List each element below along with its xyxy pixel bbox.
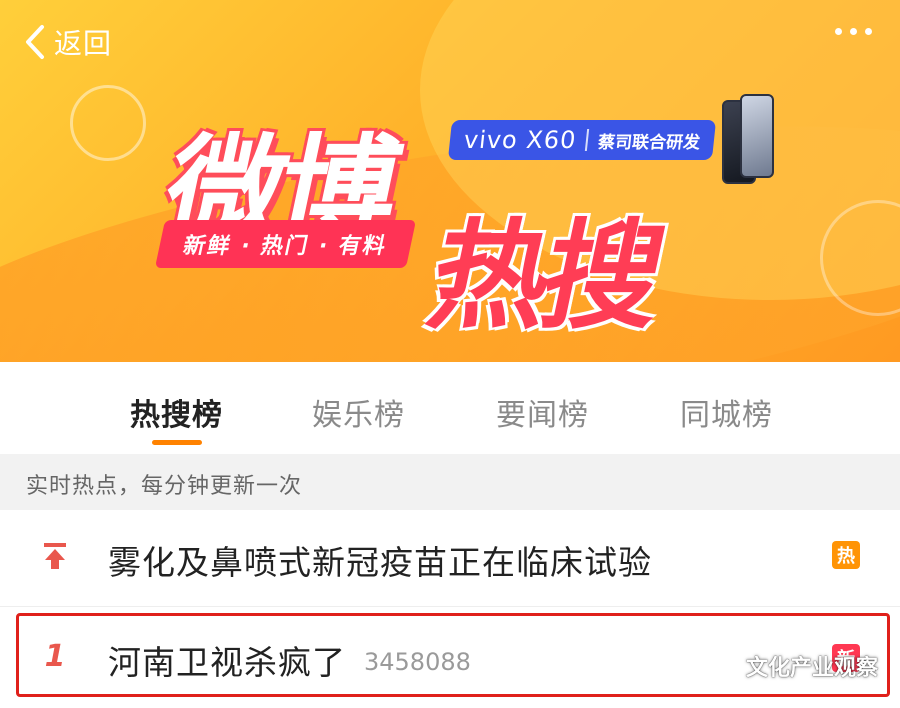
banner-tagline: 新鲜 · 热门 · 有料 xyxy=(154,220,417,268)
tab-local[interactable]: 同城榜 xyxy=(680,390,773,434)
tab-entertainment[interactable]: 娱乐榜 xyxy=(312,390,405,434)
banner-ring-decoration xyxy=(70,85,146,161)
list-item[interactable]: 雾化及鼻喷式新冠疫苗正在临床试验 热 xyxy=(0,510,900,607)
pinned-top-icon xyxy=(40,538,70,574)
list-item-title: 河南卫视杀疯了 xyxy=(108,643,346,682)
realtime-subheader: 实时热点，每分钟更新一次 xyxy=(0,454,900,510)
logo-hot-search-text: 热搜 xyxy=(418,207,672,345)
search-count: 3458088 xyxy=(364,648,471,676)
sponsor-note: 蔡司联合研发 xyxy=(597,132,702,153)
back-button[interactable]: 返回 xyxy=(22,22,112,62)
sponsor-badge: vivo X60 蔡司联合研发 xyxy=(447,120,717,160)
tab-hot-search[interactable]: 热搜榜 xyxy=(130,390,223,434)
tab-news[interactable]: 要闻榜 xyxy=(496,390,589,434)
rank-number-text: 1 xyxy=(44,638,66,674)
watermark: 文化产业观察 xyxy=(700,650,878,682)
phone-image xyxy=(740,94,774,178)
weibo-hot-search-logo: 微博 新鲜 · 热门 · 有料 热搜 vivo X60 蔡司联合研发 xyxy=(150,90,774,345)
more-dot-icon xyxy=(835,28,842,35)
chevron-left-icon xyxy=(26,25,44,59)
more-dot-icon xyxy=(865,28,872,35)
watermark-text: 文化产业观察 xyxy=(746,656,879,681)
list-item-title: 雾化及鼻喷式新冠疫苗正在临床试验 xyxy=(108,543,652,582)
sponsor-model: vivo X60 xyxy=(462,126,578,154)
sponsor-divider xyxy=(585,129,590,151)
more-options-button[interactable] xyxy=(835,28,872,35)
ranking-tabs: 热搜榜 娱乐榜 要闻榜 同城榜 xyxy=(0,362,900,452)
hot-badge: 热 xyxy=(832,541,860,569)
hot-search-banner: 返回 微博 新鲜 · 热门 · 有料 热搜 vivo X60 蔡司联合研发 xyxy=(0,0,900,362)
more-dot-icon xyxy=(850,28,857,35)
rank-number: 1 xyxy=(40,638,70,674)
back-label: 返回 xyxy=(54,27,113,60)
subheader-text: 实时热点，每分钟更新一次 xyxy=(26,474,303,499)
active-tab-indicator xyxy=(152,440,202,445)
wechat-icon xyxy=(700,651,737,679)
